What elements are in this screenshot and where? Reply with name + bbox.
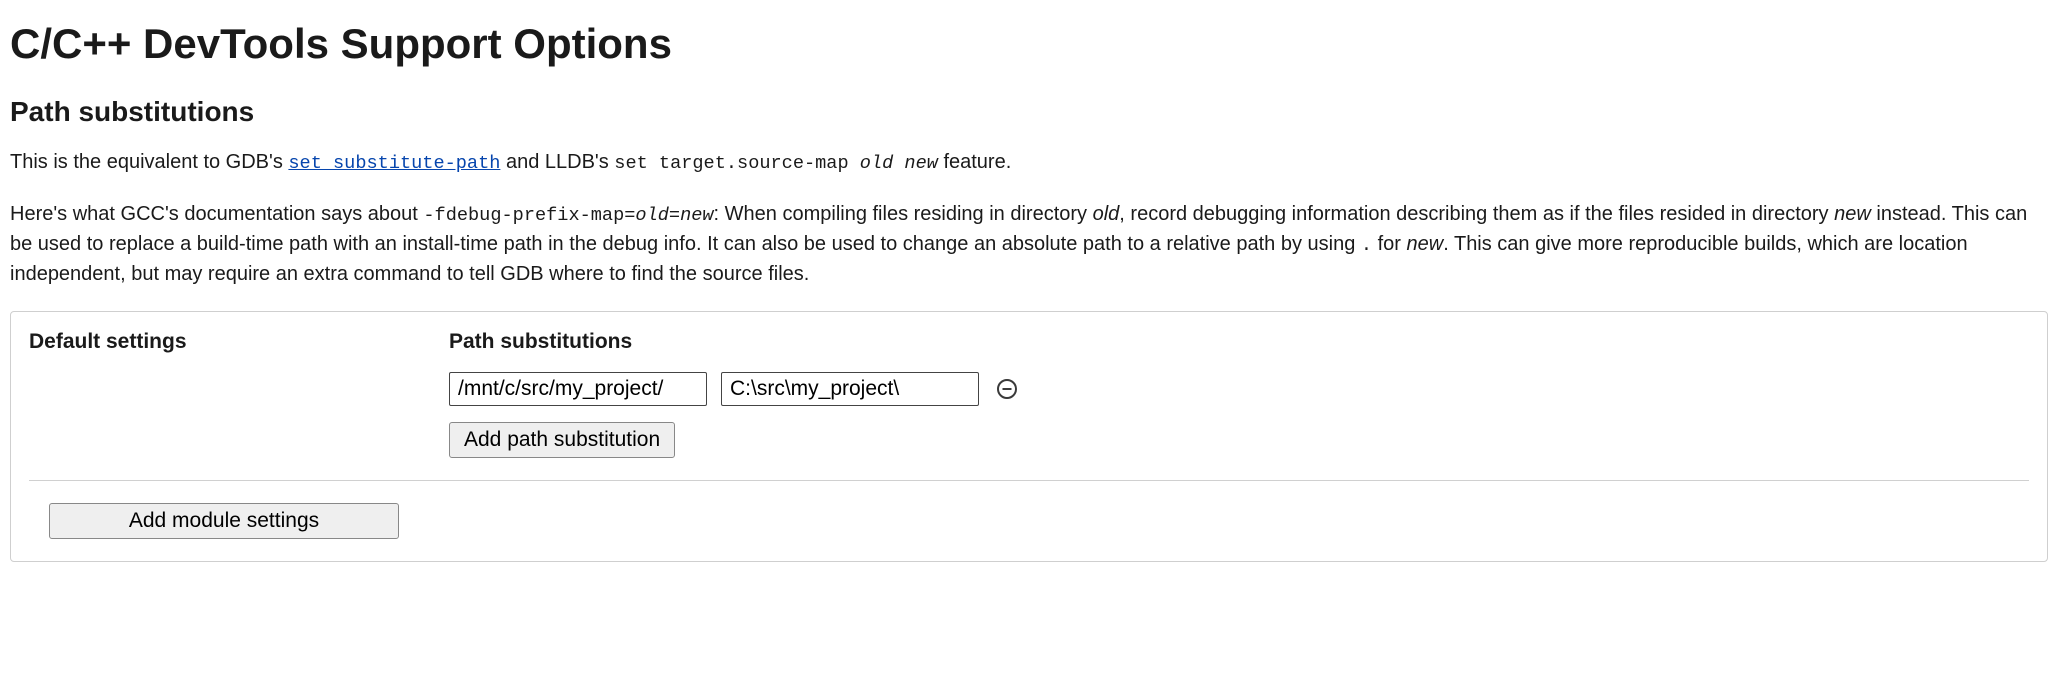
ital-text: new <box>1407 233 1444 255</box>
ital-text: old <box>1093 203 1120 225</box>
add-module-settings-button[interactable]: Add module settings <box>49 503 399 539</box>
intro-paragraph-2: Here's what GCC's documentation says abo… <box>10 200 2048 289</box>
text: : When compiling files residing in direc… <box>714 203 1093 225</box>
page-title: C/C++ DevTools Support Options <box>10 20 2048 68</box>
text: This is the equivalent to GDB's <box>10 151 288 173</box>
settings-panel: Default settings Path substitutions Add … <box>10 311 2048 562</box>
ital-text: new <box>1834 203 1871 225</box>
code-ital: old <box>635 205 668 226</box>
text: feature. <box>938 151 1011 173</box>
code-text: -fdebug-prefix-map= <box>423 205 635 226</box>
section-title: Path substitutions <box>10 96 2048 128</box>
code-ital: new <box>680 205 713 226</box>
code-text: set target.source-map <box>614 153 859 174</box>
set-substitute-path-link[interactable]: set substitute-path <box>288 153 500 174</box>
substitution-from-input[interactable] <box>449 372 707 406</box>
remove-substitution-button[interactable] <box>993 375 1021 403</box>
intro-paragraph-1: This is the equivalent to GDB's set subs… <box>10 148 2048 178</box>
code-text: . <box>1361 235 1372 256</box>
code-text: = <box>669 205 680 226</box>
substitution-row <box>449 372 2029 406</box>
text: and LLDB's <box>500 151 614 173</box>
divider <box>29 480 2029 481</box>
text: Here's what GCC's documentation says abo… <box>10 203 423 225</box>
default-settings-label: Default settings <box>29 330 409 354</box>
substitution-to-input[interactable] <box>721 372 979 406</box>
remove-circle-icon <box>995 377 1019 401</box>
add-path-substitution-button[interactable]: Add path substitution <box>449 422 675 458</box>
path-substitutions-label: Path substitutions <box>449 330 2029 354</box>
text: for <box>1372 233 1406 255</box>
text: , record debugging information describin… <box>1119 203 1834 225</box>
code-ital: old new <box>860 153 938 174</box>
